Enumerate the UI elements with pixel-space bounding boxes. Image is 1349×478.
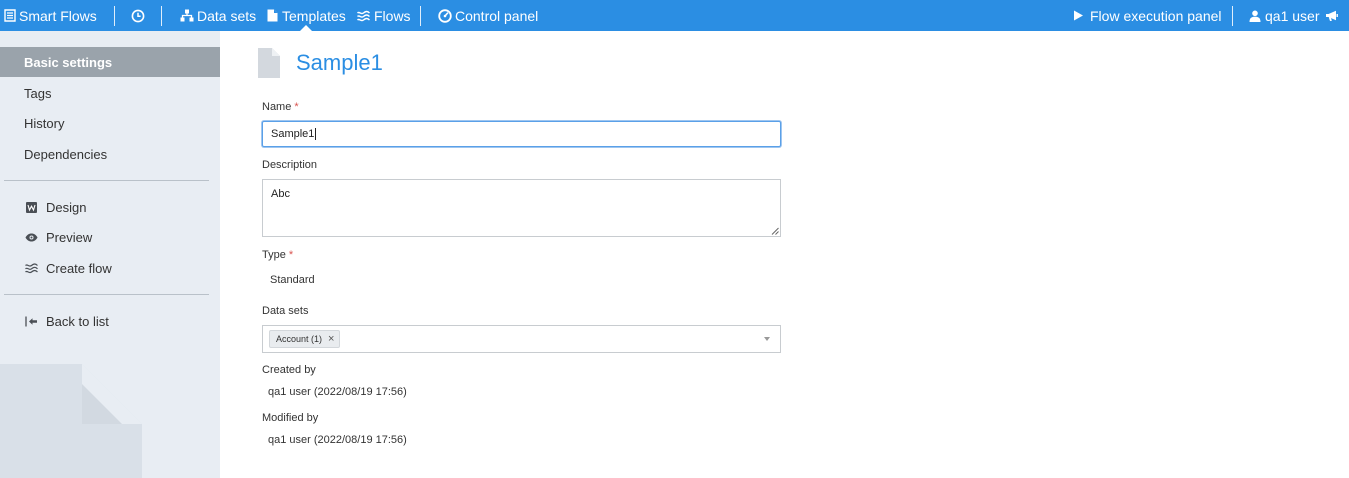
- flow-execution-panel-button[interactable]: Flow execution panel: [1073, 0, 1222, 31]
- sidebar-item-preview[interactable]: Preview: [0, 222, 220, 252]
- sidebar-item-create-flow[interactable]: Create flow: [0, 253, 220, 283]
- dataset-chip-label: Account (1): [276, 334, 323, 344]
- history-clock-button[interactable]: [131, 0, 145, 31]
- resize-handle-icon[interactable]: [771, 227, 779, 235]
- nav-flows-label: Flows: [374, 7, 411, 24]
- dashboard-gauge-icon: [438, 8, 452, 23]
- dataset-chip: Account (1) ×: [269, 330, 341, 348]
- megaphone-icon: [1326, 10, 1338, 21]
- user-icon: [1249, 10, 1261, 22]
- document-icon: [267, 9, 278, 22]
- template-document-icon: [258, 48, 280, 78]
- brand-name: Smart Flows: [19, 7, 97, 24]
- name-label: Name *: [262, 101, 299, 113]
- nav-control-panel[interactable]: Control panel: [438, 0, 538, 31]
- flow-execution-panel-label: Flow execution panel: [1090, 7, 1222, 24]
- page-title: Sample1: [296, 50, 383, 75]
- sidebar-item-basic-settings[interactable]: Basic settings: [0, 47, 220, 77]
- word-document-icon: [24, 201, 38, 213]
- modified-by-label: Modified by: [262, 412, 319, 424]
- sidebar: Basic settings Tags History Dependencies…: [0, 31, 220, 478]
- sidebar-item-dependencies[interactable]: Dependencies: [0, 139, 220, 169]
- sidebar-item-back-to-list[interactable]: Back to list: [0, 306, 220, 336]
- sidebar-item-design[interactable]: Design: [0, 192, 220, 222]
- main-content: Sample1 Name * Sample1 Description Abc Ty…: [220, 31, 1349, 478]
- nav-flows[interactable]: Flows: [357, 0, 411, 31]
- type-value: Standard: [270, 274, 315, 286]
- sidebar-item-label: Dependencies: [24, 146, 108, 162]
- description-label: Description: [262, 159, 318, 171]
- back-arrow-icon: [24, 316, 38, 327]
- eye-icon: [24, 233, 38, 242]
- sidebar-item-label: Preview: [46, 229, 93, 245]
- sidebar-divider: [4, 180, 209, 181]
- divider: [114, 5, 115, 26]
- top-navigation-bar: Smart Flows Data sets Templates Flows Co…: [0, 0, 1349, 31]
- sidebar-item-label: Basic settings: [24, 54, 113, 70]
- description-textarea[interactable]: Abc: [262, 179, 781, 237]
- nav-templates-label: Templates: [282, 7, 346, 24]
- sidebar-item-history[interactable]: History: [0, 108, 220, 138]
- nav-control-panel-label: Control panel: [455, 7, 539, 24]
- created-by-label: Created by: [262, 364, 316, 376]
- divider: [420, 5, 421, 26]
- required-mark: *: [294, 101, 299, 113]
- text-caret: [315, 128, 317, 141]
- created-by-value: qa1 user (2022/08/19 17:56): [268, 386, 407, 398]
- type-label-text: Type: [262, 249, 286, 261]
- decorative-document-icon: [0, 364, 142, 478]
- play-icon: [1074, 10, 1083, 21]
- description-value: Abc: [271, 188, 290, 200]
- nav-templates[interactable]: Templates: [267, 0, 346, 31]
- name-input[interactable]: Sample1: [262, 121, 781, 147]
- sidebar-item-label: Tags: [24, 85, 52, 101]
- dropdown-arrow-icon[interactable]: [764, 337, 770, 341]
- name-input-value: Sample1: [271, 128, 315, 140]
- datasets-label: Data sets: [262, 305, 309, 317]
- announcements-button[interactable]: [1325, 0, 1339, 31]
- waves-icon: [24, 262, 38, 274]
- sidebar-item-label: History: [24, 115, 65, 131]
- clock-icon: [131, 9, 145, 22]
- sidebar-divider: [4, 294, 209, 295]
- sidebar-item-label: Design: [46, 199, 87, 215]
- sidebar-item-label: Back to list: [46, 313, 109, 329]
- brand-link[interactable]: Smart Flows: [4, 0, 97, 31]
- chip-remove-icon[interactable]: ×: [328, 333, 334, 345]
- divider: [161, 5, 162, 26]
- modified-by-value: qa1 user (2022/08/19 17:56): [268, 434, 407, 446]
- type-label: Type *: [262, 249, 293, 261]
- smart-flows-logo-icon: [4, 9, 16, 22]
- waves-icon: [357, 10, 370, 21]
- sidebar-item-tags[interactable]: Tags: [0, 78, 220, 108]
- sitemap-icon: [180, 9, 194, 22]
- sidebar-item-label: Create flow: [46, 260, 112, 276]
- user-menu[interactable]: qa1 user: [1249, 0, 1319, 31]
- user-name: qa1 user: [1265, 7, 1320, 24]
- datasets-multiselect[interactable]: Account (1) ×: [262, 325, 781, 353]
- required-mark: *: [288, 249, 294, 261]
- divider: [1232, 5, 1233, 26]
- name-label-text: Name: [262, 101, 292, 113]
- nav-data-sets-label: Data sets: [197, 7, 257, 24]
- nav-data-sets[interactable]: Data sets: [180, 0, 256, 31]
